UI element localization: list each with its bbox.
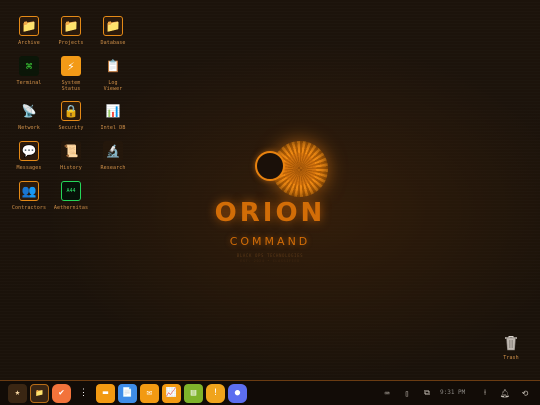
desktop-icon-log-viewer[interactable]: 📋 Log Viewer	[93, 56, 133, 93]
external-link-icon[interactable]: ⧉	[422, 387, 432, 399]
folder-icon: 📁	[19, 16, 39, 36]
desktop-icon-label: Log Viewer	[103, 80, 123, 93]
folder-icon: ▬	[102, 388, 109, 398]
keyboard-tray-icon[interactable]: ⌨	[382, 387, 392, 399]
logo-subtitle: COMMAND	[229, 235, 311, 248]
trash-desktop-icon[interactable]: Trash	[496, 335, 526, 361]
kebab-menu-icon: ⋮	[79, 388, 88, 398]
taskbar-tasks-button[interactable]: ✔	[52, 384, 71, 403]
scroll-icon: 📜	[61, 141, 81, 161]
desktop-icon-intel-db[interactable]: 📊 Intel DB	[93, 101, 133, 131]
desktop-icon-history[interactable]: 📜 History	[51, 141, 91, 171]
logo-tagline-secondary: EST. 2024 • CLASSIFIED	[240, 259, 300, 263]
lightning-icon: ⚡	[61, 56, 81, 76]
folder-icon: 📁	[35, 389, 44, 397]
taskbar-file-manager-button[interactable]: 📁	[30, 384, 49, 403]
taskbar-documents-button[interactable]: 📄	[118, 384, 137, 403]
desktop-icon-database[interactable]: 📁 Database	[93, 16, 133, 46]
bell-icon[interactable]: 🔔︎	[500, 387, 510, 399]
desktop-icon-label: Research	[100, 165, 126, 171]
desktop-icon-research[interactable]: 🔬 Research	[93, 141, 133, 171]
desktop-icon-label: History	[60, 165, 82, 171]
alert-circle-icon: !	[212, 388, 219, 398]
lock-icon: 🔒	[61, 101, 81, 121]
history-icon[interactable]: ⟲	[520, 387, 530, 399]
folder-icon: 📁	[103, 16, 123, 36]
desktop-icon-label: Network	[18, 125, 40, 131]
desktop-icon-aethernitas[interactable]: A44 Aethernitas	[51, 181, 91, 211]
desktop-icon-network[interactable]: 📡 Network	[9, 101, 49, 131]
people-icon: 👥	[19, 181, 39, 201]
desktop-icon-label: Aethernitas	[53, 205, 89, 211]
mail-icon: ✉	[146, 388, 153, 398]
notes-icon: ▤	[190, 388, 197, 398]
taskbar-start-menu-button[interactable]: ★	[8, 384, 27, 403]
taskbar-charts-button[interactable]: 📈	[162, 384, 181, 403]
desktop-icon-projects[interactable]: 📁 Projects	[51, 16, 91, 46]
logo-title: ORION	[214, 198, 326, 228]
taskbar-notes-button[interactable]: ▤	[184, 384, 203, 403]
satellite-dish-icon: 📡	[21, 104, 37, 118]
trash-icon	[505, 336, 517, 351]
check-circle-icon: ✔	[58, 388, 65, 398]
taskbar-menu-button[interactable]: ⋮	[74, 384, 93, 403]
clock[interactable]: 9:31 PM	[440, 389, 465, 396]
desktop-icon-messages[interactable]: 💬 Messages	[9, 141, 49, 171]
clipboard-icon: 📋	[105, 59, 121, 73]
desktop-icon-label: Terminal	[16, 80, 42, 86]
clipboard-tray-icon[interactable]: ▯	[402, 387, 412, 399]
desktop-icon-label: Security	[58, 125, 84, 131]
pin-icon[interactable]: ⍿	[480, 387, 490, 399]
desktop-icon-label: Messages	[16, 165, 42, 171]
taskbar-alerts-button[interactable]: !	[206, 384, 225, 403]
desktop-icon-label: Archive	[18, 40, 40, 46]
desktop-icon-system-status[interactable]: ⚡ System Status	[51, 56, 91, 93]
folder-icon: 📁	[61, 16, 81, 36]
document-icon: 📄	[121, 388, 134, 398]
desktop-icon-label: Intel DB	[100, 125, 126, 131]
terminal-icon: ⌘	[19, 56, 39, 76]
chat-icon: ●	[234, 388, 241, 398]
orion-logo-orb	[255, 151, 285, 181]
speech-bubble-icon: 💬	[19, 141, 39, 161]
logo-tagline: BLACK OPS TECHNOLOGIES	[236, 253, 304, 258]
desktop-icon-terminal[interactable]: ⌘ Terminal	[9, 56, 49, 86]
taskbar: ★ 📁 ✔ ⋮ ▬ 📄 ✉ 📈 ▤! ● ⌨ ▯ ⧉ 9:31 PM ⍿ 🔔︎ ⟲	[0, 380, 540, 405]
desktop-icon-label: System Status	[61, 80, 81, 93]
desktop-icon-label: Projects	[58, 40, 84, 46]
desktop-icon-contractors[interactable]: 👥 Contractors	[9, 181, 49, 211]
aethernitas-icon: A44	[61, 181, 81, 201]
desktop-icon-archive[interactable]: 📁 Archive	[9, 16, 49, 46]
taskbar-chat-button[interactable]: ●	[228, 384, 247, 403]
trash-label: Trash	[503, 355, 519, 361]
star-icon: ★	[14, 388, 21, 398]
bar-chart-icon: 📊	[105, 104, 121, 118]
desktop-icon-label: Contractors	[11, 205, 47, 211]
desktop-icon-security[interactable]: 🔒 Security	[51, 101, 91, 131]
taskbar-mail-button[interactable]: ✉	[140, 384, 159, 403]
taskbar-files-button[interactable]: ▬	[96, 384, 115, 403]
desktop-icon-label: Database	[100, 40, 126, 46]
chart-icon: 📈	[165, 388, 178, 398]
microscope-icon: 🔬	[103, 141, 123, 161]
